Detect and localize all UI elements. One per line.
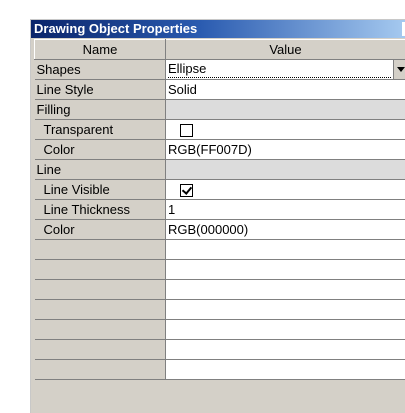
property-name[interactable]: Line Style <box>35 80 166 100</box>
line-visible-value[interactable] <box>166 180 405 200</box>
property-row-fill-color[interactable]: Color RGB(FF007D) <box>35 140 405 160</box>
chevron-down-icon <box>397 67 405 72</box>
empty-name-cell <box>35 320 166 340</box>
line-visible-checkbox[interactable] <box>180 184 193 197</box>
empty-name-cell <box>35 360 166 380</box>
empty-row <box>35 280 405 300</box>
empty-name-cell <box>35 240 166 260</box>
empty-row <box>35 260 405 280</box>
group-value <box>166 160 405 180</box>
property-row-transparent[interactable]: Transparent <box>35 120 405 140</box>
group-name[interactable]: Filling <box>35 100 166 120</box>
fill-color-value[interactable]: RGB(FF007D) <box>166 140 405 160</box>
empty-row <box>35 320 405 340</box>
property-row-line-visible[interactable]: Line Visible <box>35 180 405 200</box>
drawing-object-properties-window: Drawing Object Properties Name Value Sha… <box>30 19 405 413</box>
property-name[interactable]: Line Visible <box>35 180 166 200</box>
empty-row <box>35 300 405 320</box>
property-name[interactable]: Line Thickness <box>35 200 166 220</box>
dropdown-button[interactable] <box>393 60 405 79</box>
group-value <box>166 100 405 120</box>
property-name[interactable]: Transparent <box>35 120 166 140</box>
property-group-line[interactable]: Line <box>35 160 405 180</box>
property-row-line-color[interactable]: Color RGB(000000) <box>35 220 405 240</box>
empty-row <box>35 340 405 360</box>
line-color-value[interactable]: RGB(000000) <box>166 220 405 240</box>
empty-name-cell <box>35 300 166 320</box>
property-name[interactable]: Color <box>35 220 166 240</box>
grid-header-row: Name Value <box>35 40 405 60</box>
empty-value-cell <box>166 320 405 340</box>
window-title-bar[interactable]: Drawing Object Properties <box>31 20 405 38</box>
property-row-line-thickness[interactable]: Line Thickness 1 <box>35 200 405 220</box>
property-name[interactable]: Shapes <box>35 60 166 80</box>
column-header-name[interactable]: Name <box>35 40 166 60</box>
empty-name-cell <box>35 280 166 300</box>
line-style-value[interactable]: Solid <box>166 80 405 100</box>
empty-row <box>35 360 405 380</box>
empty-value-cell <box>166 240 405 260</box>
property-row-line-style[interactable]: Line Style Solid <box>35 80 405 100</box>
empty-value-cell <box>166 300 405 320</box>
empty-value-cell <box>166 260 405 280</box>
line-thickness-value[interactable]: 1 <box>166 200 405 220</box>
shapes-dropdown[interactable]: Ellipse <box>166 60 405 80</box>
empty-value-cell <box>166 360 405 380</box>
property-group-filling[interactable]: Filling <box>35 100 405 120</box>
empty-row <box>35 240 405 260</box>
property-grid: Name Value Shapes Ellipse Line Style Sol… <box>34 39 405 380</box>
empty-name-cell <box>35 260 166 280</box>
column-header-value[interactable]: Value <box>166 40 405 60</box>
group-name[interactable]: Line <box>35 160 166 180</box>
shapes-dropdown-value[interactable]: Ellipse <box>168 60 391 78</box>
property-name[interactable]: Color <box>35 140 166 160</box>
transparent-value[interactable] <box>166 120 405 140</box>
checkmark-icon <box>182 184 192 195</box>
empty-value-cell <box>166 340 405 360</box>
empty-name-cell <box>35 340 166 360</box>
window-title: Drawing Object Properties <box>34 21 197 36</box>
transparent-checkbox[interactable] <box>180 124 193 137</box>
empty-value-cell <box>166 280 405 300</box>
property-row-shapes[interactable]: Shapes Ellipse <box>35 60 405 80</box>
